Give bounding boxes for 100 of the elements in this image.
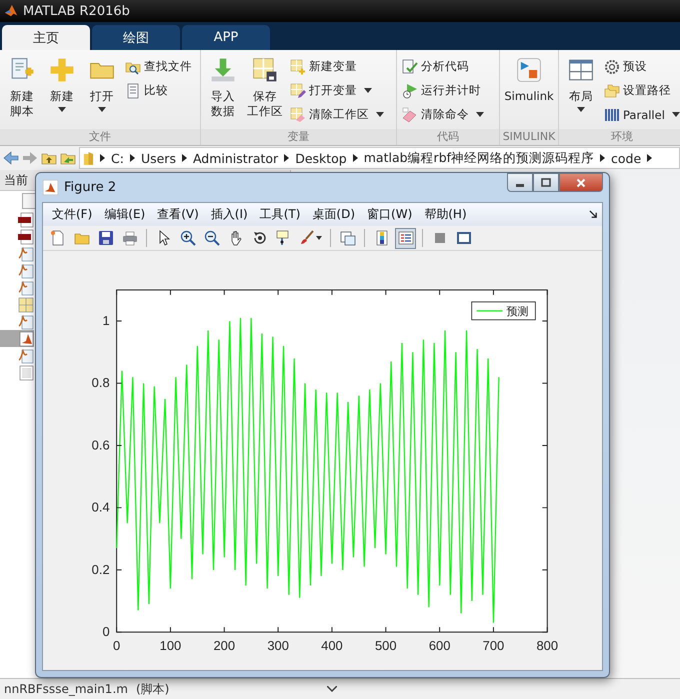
path-segment[interactable]: C: xyxy=(111,150,124,166)
x-tick-label: 700 xyxy=(482,638,504,653)
menu-item[interactable]: 插入(I) xyxy=(206,206,253,223)
figure-file-icon xyxy=(18,330,34,346)
plus-icon xyxy=(49,57,75,83)
file-row[interactable] xyxy=(0,330,34,347)
chevron-down-icon[interactable] xyxy=(327,686,338,692)
menu-item[interactable]: 查看(V) xyxy=(152,206,204,223)
chevron-icon xyxy=(100,154,105,162)
x-tick-label: 400 xyxy=(321,638,343,653)
folders-icon xyxy=(604,82,620,98)
group-label: 环境 xyxy=(559,129,680,145)
brush-icon xyxy=(299,230,315,246)
minimize-button[interactable] xyxy=(507,173,533,192)
zoom-in-icon xyxy=(180,230,196,246)
x-tick-label: 800 xyxy=(536,638,558,653)
path-segment[interactable]: Administrator xyxy=(192,150,278,166)
ribbon-button[interactable]: 查找文件 xyxy=(123,55,194,78)
x-tick-label: 100 xyxy=(160,638,182,653)
y-tick-label: 0.8 xyxy=(92,375,110,390)
group-label: SIMULINK xyxy=(500,129,558,145)
ribbon-button[interactable]: 新建 xyxy=(43,55,81,129)
legend-box xyxy=(471,301,536,320)
legend-line xyxy=(476,310,503,312)
path-segment[interactable]: Desktop xyxy=(295,150,347,166)
back-arrow-icon[interactable] xyxy=(3,150,19,166)
ribbon-button[interactable]: 比较 xyxy=(123,79,194,102)
x-tick-label: 600 xyxy=(428,638,450,653)
path-segment[interactable]: matlab编程rbf神经网络的预测源码程序 xyxy=(364,150,594,166)
close-button[interactable] xyxy=(559,173,603,192)
ribbon-button[interactable]: 打开 xyxy=(83,55,121,129)
path-segment[interactable]: Users xyxy=(140,150,176,166)
panel-icon xyxy=(456,230,472,246)
group-label: 变量 xyxy=(201,129,396,145)
ribbon-button[interactable]: 预设 xyxy=(602,55,680,78)
x-tick-label: 0 xyxy=(113,638,120,653)
path-field[interactable]: C: Users Administrator Desktop matlab编程rbf神经网络的预测源码程序 code xyxy=(79,147,680,169)
ribbon-tab[interactable]: 绘图 xyxy=(92,25,180,50)
file-name: nnRBFssse_main1.m xyxy=(4,682,128,696)
play-clock-icon xyxy=(402,82,418,98)
chevron-icon xyxy=(352,154,358,162)
ribbon-button[interactable]: 导入 数据 xyxy=(204,55,242,129)
ribbon-button[interactable]: 保存 工作区 xyxy=(244,55,286,129)
legend-label: 预测 xyxy=(506,304,528,318)
ribbon-button[interactable]: 运行并计时 xyxy=(400,79,486,102)
y-tick-label: 0.6 xyxy=(92,437,110,452)
ribbon-button[interactable]: Simulink xyxy=(503,55,555,129)
download-arrow-icon xyxy=(210,57,236,83)
settings-icon xyxy=(604,58,620,74)
dock-arrow-icon[interactable] xyxy=(589,210,598,219)
menu-item[interactable]: 窗口(W) xyxy=(362,206,418,223)
ribbon-button[interactable]: 布局 xyxy=(562,55,600,129)
x-tick-label: 300 xyxy=(267,638,289,653)
ribbon-tab[interactable]: APP xyxy=(182,25,270,50)
script-file-icon xyxy=(18,246,34,262)
grid-floppy-icon xyxy=(252,57,278,83)
chevron-icon xyxy=(130,154,135,162)
toolbar-legend-button[interactable] xyxy=(395,228,416,248)
ribbon-button[interactable]: 新建 脚本 xyxy=(3,55,41,129)
figure-title: Figure 2 xyxy=(64,180,116,195)
maximize-icon xyxy=(541,178,551,188)
script-file-icon xyxy=(18,280,34,296)
group-label: 文件 xyxy=(0,129,200,145)
y-tick-label: 0 xyxy=(102,624,110,640)
image-file-icon xyxy=(18,212,34,228)
minimize-icon xyxy=(516,184,524,186)
ribbon-button[interactable]: 清除命令 xyxy=(400,103,486,126)
script-file-icon xyxy=(18,348,34,364)
group-label: 代码 xyxy=(397,129,499,145)
y-tick-label: 0.2 xyxy=(92,562,110,577)
grid-eraser-icon xyxy=(290,106,306,122)
maximize-button[interactable] xyxy=(533,173,559,192)
script-file-icon xyxy=(18,314,34,330)
path-segment[interactable]: code xyxy=(611,150,642,166)
menu-item[interactable]: 编辑(E) xyxy=(99,206,150,223)
folder-icon xyxy=(83,150,94,166)
ribbon-tab[interactable]: 主页 xyxy=(2,25,90,50)
chevron-icon xyxy=(284,154,290,162)
y-tick-label: 1 xyxy=(102,313,110,328)
checked-document-icon xyxy=(402,58,418,74)
menu-item[interactable]: 文件(F) xyxy=(47,206,98,223)
new-file-icon xyxy=(50,230,66,246)
ribbon-button[interactable]: 清除工作区 xyxy=(288,103,386,126)
image-file-icon xyxy=(18,228,34,244)
link-plot-icon xyxy=(340,230,356,246)
eraser-icon xyxy=(402,106,418,122)
panel-title: 当前 xyxy=(4,173,28,187)
close-icon xyxy=(576,178,586,188)
ribbon-button[interactable]: Parallel xyxy=(602,103,680,126)
data-cursor-icon xyxy=(276,230,292,246)
ribbon-button[interactable]: 分析代码 xyxy=(400,55,486,78)
menu-item[interactable]: 帮助(H) xyxy=(419,206,472,223)
menu-item[interactable]: 桌面(D) xyxy=(307,206,360,223)
window-title: MATLAB R2016b xyxy=(23,4,130,18)
ribbon-button[interactable]: 设置路径 xyxy=(602,79,680,102)
menu-item[interactable]: 工具(T) xyxy=(254,206,306,223)
ribbon-button[interactable]: 新建变量 xyxy=(288,55,386,78)
ribbon-button[interactable]: 打开变量 xyxy=(288,79,386,102)
floppy-icon xyxy=(98,230,114,246)
script-file-icon xyxy=(18,262,34,278)
